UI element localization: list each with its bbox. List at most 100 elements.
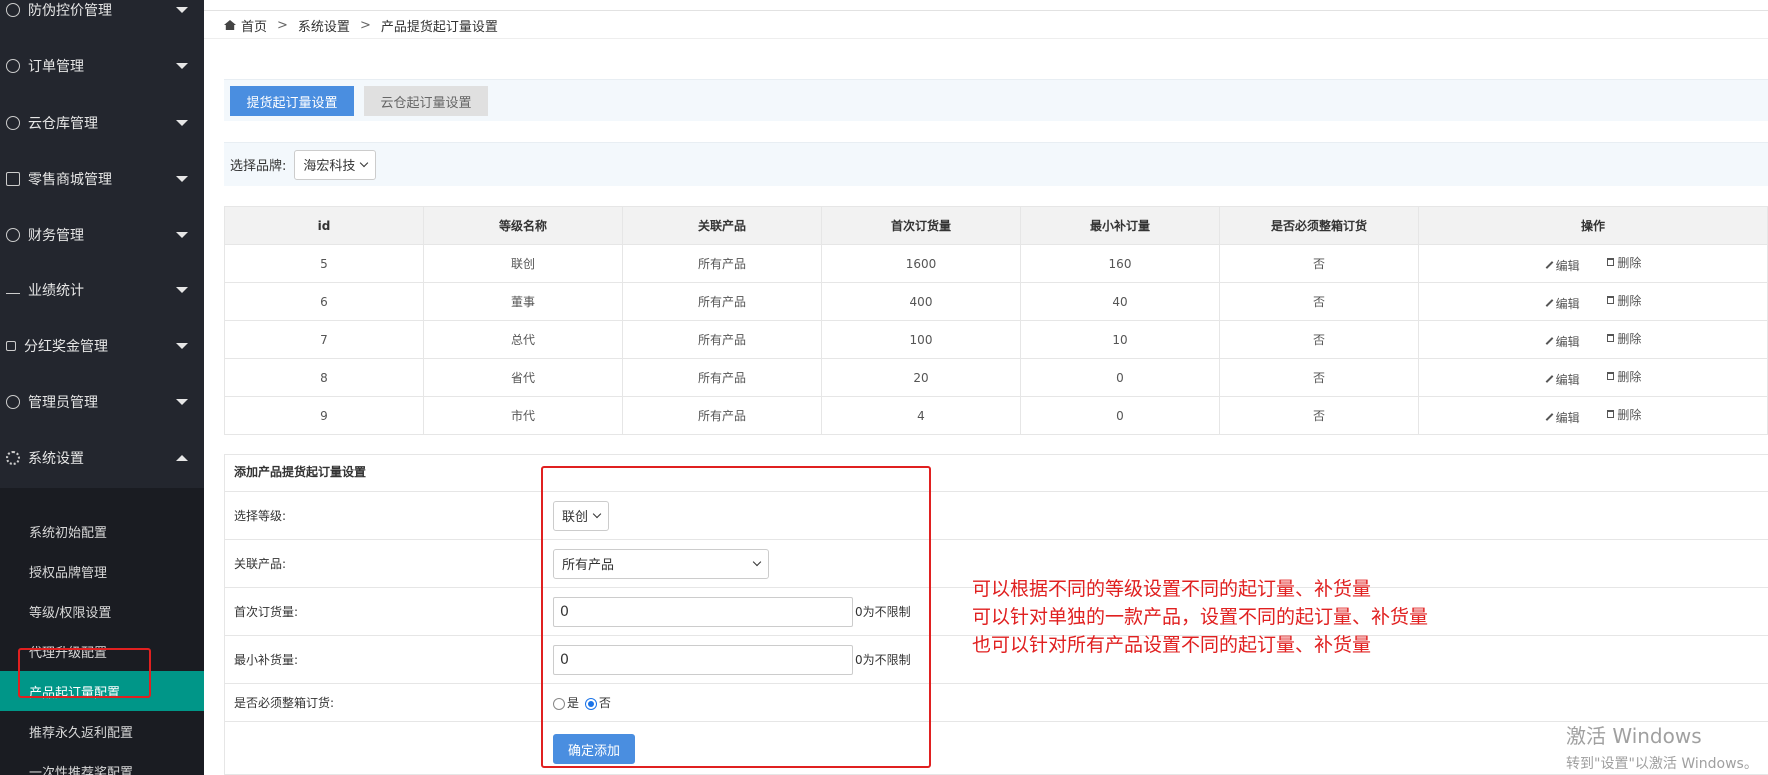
cell-product: 所有产品 <box>622 282 822 321</box>
edit-button[interactable]: 编辑 <box>1545 409 1580 426</box>
edit-button[interactable]: 编辑 <box>1545 371 1580 388</box>
column-header: 首次订货量 <box>821 206 1021 245</box>
highlight-box <box>541 466 931 768</box>
level-label: 选择等级: <box>234 509 287 523</box>
chevron-down-icon <box>176 176 188 182</box>
form-row-submit: 确定添加 <box>225 721 1768 775</box>
grid-icon <box>6 341 16 351</box>
pulse-icon <box>6 286 20 294</box>
sidebar-item-label: 分红奖金管理 <box>24 339 108 355</box>
tab-cloud-min-order[interactable]: 云仓起订量设置 <box>364 86 488 116</box>
box-icon <box>6 172 20 186</box>
trash-icon <box>1607 334 1615 342</box>
cloud-icon <box>6 116 20 130</box>
brand-select-value: 海宏科技 <box>303 159 356 174</box>
pencil-icon <box>1545 299 1553 307</box>
home-icon <box>224 20 236 30</box>
submenu-item-level-permission[interactable]: 等级/权限设置 <box>0 591 204 631</box>
cell-whole-box: 否 <box>1219 396 1419 435</box>
submenu-item-referral-rebate[interactable]: 推荐永久返利配置 <box>0 711 204 751</box>
tab-bar: 提货起订量设置 云仓起订量设置 <box>224 79 1768 121</box>
cell-first-qty: 100 <box>821 320 1021 359</box>
edit-label: 编辑 <box>1555 334 1580 349</box>
tab-pickup-min-order[interactable]: 提货起订量设置 <box>230 86 354 116</box>
breadcrumb-separator: > <box>359 17 371 33</box>
cell-first-qty: 400 <box>821 282 1021 321</box>
form-title: 添加产品提货起订量设置 <box>234 465 367 479</box>
brand-select[interactable]: 海宏科技 <box>294 149 377 180</box>
cell-actions: 编辑 删除 <box>1418 282 1768 321</box>
sidebar-item-cloud-warehouse[interactable]: 云仓库管理 <box>0 95 204 151</box>
cell-first-qty: 4 <box>821 396 1021 435</box>
user-icon <box>6 395 20 409</box>
sidebar-item-anti-counterfeit[interactable]: 防伪控价管理 <box>0 0 204 38</box>
chevron-down-icon <box>176 7 188 13</box>
edit-label: 编辑 <box>1555 372 1580 387</box>
cell-level: 联创 <box>423 244 623 283</box>
cell-actions: 编辑 删除 <box>1418 358 1768 397</box>
watermark-title: 激活 Windows <box>1566 724 1702 748</box>
sidebar-item-label: 防伪控价管理 <box>28 3 112 19</box>
cell-id: 5 <box>224 244 424 283</box>
delete-button[interactable]: 删除 <box>1607 368 1641 385</box>
min-order-table: id 等级名称 关联产品 首次订货量 最小补订量 是否必须整箱订货 操作 5 联… <box>224 206 1768 435</box>
edit-button[interactable]: 编辑 <box>1545 257 1580 274</box>
min-qty-label: 最小补货量: <box>234 653 299 667</box>
column-header: 等级名称 <box>423 206 623 245</box>
chevron-up-icon <box>176 455 188 461</box>
cell-product: 所有产品 <box>622 320 822 359</box>
cell-id: 8 <box>224 358 424 397</box>
form-row-whole-box: 是否必须整箱订货: 是 否 <box>225 683 1768 721</box>
cell-id: 7 <box>224 320 424 359</box>
delete-label: 删除 <box>1617 407 1642 422</box>
sidebar-item-retail-mall[interactable]: 零售商城管理 <box>0 151 204 207</box>
cell-whole-box: 否 <box>1219 320 1419 359</box>
system-settings-submenu: 系统初始配置 授权品牌管理 等级/权限设置 代理升级配置 产品起订量配置 推荐永… <box>0 488 204 775</box>
shield-icon <box>6 3 20 17</box>
yen-icon <box>6 228 20 242</box>
table-row: 9 市代 所有产品 4 0 否 编辑 删除 <box>224 396 1768 435</box>
sidebar-item-system-settings[interactable]: 系统设置 <box>0 430 204 486</box>
breadcrumb-home[interactable]: 首页 <box>241 16 267 35</box>
product-label: 关联产品: <box>234 557 287 571</box>
order-icon <box>6 59 20 73</box>
sidebar-item-label: 订单管理 <box>28 59 84 75</box>
chevron-down-icon <box>176 287 188 293</box>
breadcrumb-current: 产品提货起订量设置 <box>380 19 498 35</box>
submenu-item-one-time-referral[interactable]: 一次性推荐奖配置 <box>0 751 204 775</box>
breadcrumb-system-settings[interactable]: 系统设置 <box>298 16 350 35</box>
chevron-down-icon <box>176 120 188 126</box>
delete-button[interactable]: 删除 <box>1607 254 1641 271</box>
cell-level: 市代 <box>423 396 623 435</box>
whole-box-label: 是否必须整箱订货: <box>234 696 335 710</box>
sidebar-item-orders[interactable]: 订单管理 <box>0 38 204 94</box>
pencil-icon <box>1545 337 1553 345</box>
gear-icon <box>6 451 20 465</box>
delete-button[interactable]: 删除 <box>1607 406 1641 423</box>
watermark-subtitle: 转到"设置"以激活 Windows。 <box>1566 756 1758 772</box>
sidebar-item-admins[interactable]: 管理员管理 <box>0 374 204 430</box>
chevron-down-icon <box>176 232 188 238</box>
sidebar-item-label: 管理员管理 <box>28 395 98 411</box>
brand-filter-bar: 选择品牌: 海宏科技 <box>224 142 1768 186</box>
sidebar-item-dividend[interactable]: 分红奖金管理 <box>0 318 204 374</box>
trash-icon <box>1607 258 1615 266</box>
submenu-item-initial-config[interactable]: 系统初始配置 <box>0 511 204 551</box>
column-header: 关联产品 <box>622 206 822 245</box>
sidebar-item-label: 系统设置 <box>28 451 84 467</box>
submenu-item-brand-auth[interactable]: 授权品牌管理 <box>0 551 204 591</box>
delete-button[interactable]: 删除 <box>1607 292 1641 309</box>
trash-icon <box>1607 296 1615 304</box>
cell-actions: 编辑 删除 <box>1418 320 1768 359</box>
sidebar-item-performance[interactable]: 业绩统计 <box>0 262 204 318</box>
cell-whole-box: 否 <box>1219 358 1419 397</box>
table-row: 5 联创 所有产品 1600 160 否 编辑 删除 <box>224 244 1768 283</box>
delete-button[interactable]: 删除 <box>1607 330 1641 347</box>
sidebar-item-finance[interactable]: 财务管理 <box>0 207 204 263</box>
cell-level: 董事 <box>423 282 623 321</box>
cell-id: 9 <box>224 396 424 435</box>
edit-button[interactable]: 编辑 <box>1545 295 1580 312</box>
edit-button[interactable]: 编辑 <box>1545 333 1580 350</box>
top-bar <box>204 0 1768 11</box>
annotation-line: 也可以针对所有产品设置不同的起订量、补货量 <box>972 634 1372 656</box>
